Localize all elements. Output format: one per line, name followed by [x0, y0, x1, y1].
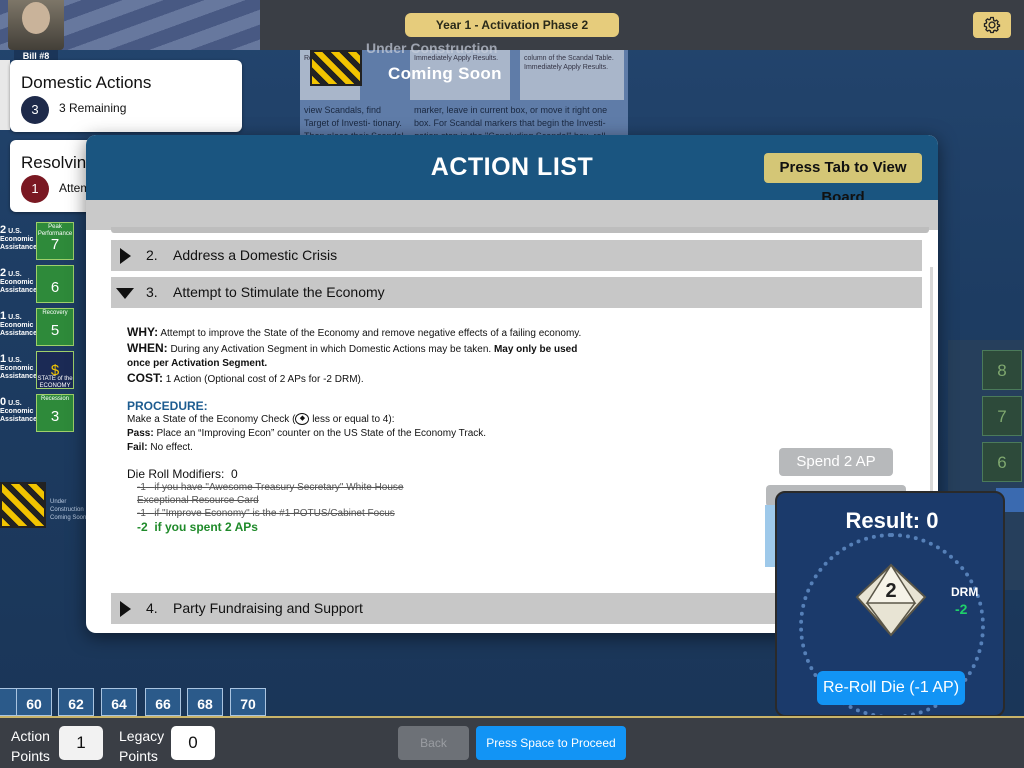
- spend-ap-button[interactable]: Spend 2 AP: [779, 448, 893, 476]
- die-result-panel: Result: 0 2 DRM -2 Re-Roll Die (-1 AP): [775, 491, 1005, 717]
- chevron-right-icon: [120, 601, 131, 617]
- econ-row-label: 0 U.S. Economic Assistance: [0, 396, 37, 424]
- action-item-number: 3.: [146, 284, 158, 300]
- action-item-number: 4.: [146, 600, 158, 616]
- view-board-button[interactable]: Press Tab to View Board: [764, 153, 922, 206]
- action-item-stimulate-economy[interactable]: 3. Attempt to Stimulate the Economy: [111, 277, 922, 308]
- chevron-right-icon: [120, 248, 131, 264]
- legacy-points-value: 0: [171, 726, 215, 760]
- drm-value: -2: [955, 601, 968, 617]
- scroll-edge: [111, 227, 929, 233]
- portrait-face: [22, 2, 50, 34]
- action-item-label: Attempt to Stimulate the Economy: [173, 284, 385, 300]
- table-col: column of the Scandal Table. Immediately…: [520, 50, 624, 100]
- econ-row-label: 2 U.S. Economic Assistance: [0, 267, 37, 295]
- econ-row-label: 1 U.S. Economic Assistance: [0, 353, 37, 381]
- result-title: Result: 0: [845, 508, 939, 533]
- track-box[interactable]: 8: [982, 350, 1022, 390]
- reroll-die-button[interactable]: Re-Roll Die (-1 AP): [817, 671, 965, 705]
- domestic-actions-count: 3: [21, 96, 49, 124]
- econ-box[interactable]: Recovery 5: [36, 308, 74, 346]
- track-cell[interactable]: 62: [58, 688, 94, 716]
- action-item-label: Address a Domestic Crisis: [173, 247, 338, 263]
- card-edge: [0, 60, 10, 130]
- track-cell[interactable]: 66: [145, 688, 181, 716]
- track-box[interactable]: 7: [982, 396, 1022, 436]
- econ-track-row: 2 U.S. Economic Assistance 6: [0, 265, 76, 305]
- action-item-number: 2.: [146, 247, 158, 263]
- modifier-line: -1 if you have "Awesome Treasury Secreta…: [137, 482, 404, 506]
- domestic-actions-title: Domestic Actions: [21, 73, 152, 92]
- settings-button[interactable]: [973, 12, 1011, 38]
- legacy-points-label: Legacy Points: [119, 728, 165, 764]
- pass-text: Pass: Place an “Improving Econ” counter …: [127, 428, 487, 439]
- econ-box[interactable]: 6: [36, 265, 74, 303]
- die-value: 2: [885, 580, 897, 602]
- econ-track-row: 1 U.S. Economic Assistance Recovery 5: [0, 308, 76, 348]
- drm-label: DRM: [951, 585, 979, 599]
- proceed-button[interactable]: Press Space to Proceed: [476, 726, 626, 760]
- under-construction-label: Under Construction: [366, 40, 498, 56]
- action-item-label: Party Fundraising and Support: [173, 600, 363, 616]
- drm-title: Die Roll Modifiers: 0: [127, 467, 238, 481]
- econ-row-label: 1 U.S. Economic Assistance: [0, 310, 37, 338]
- econ-track-row: 0 U.S. Economic Assistance Recession 3: [0, 394, 76, 434]
- gear-icon: [983, 16, 1001, 33]
- action-points-value: 1: [59, 726, 103, 760]
- cost-section: COST: 1 Action (Optional cost of 2 APs f…: [127, 371, 364, 385]
- under-construction-sign: [0, 482, 46, 528]
- econ-box[interactable]: Peak Performance 7: [36, 222, 74, 260]
- procedure-title: PROCEDURE:: [127, 399, 208, 413]
- modal-subheader: [86, 200, 938, 230]
- econ-box[interactable]: Recession 3: [36, 394, 74, 432]
- domestic-actions-card: Domestic Actions 3 3 Remaining: [10, 60, 242, 132]
- domestic-actions-remaining: 3 Remaining: [59, 101, 127, 115]
- track-box[interactable]: 6: [982, 442, 1022, 482]
- phase-banner: Year 1 - Activation Phase 2: [405, 13, 619, 37]
- track-cell[interactable]: 68: [187, 688, 223, 716]
- die-icon: ◆: [295, 413, 310, 426]
- back-button[interactable]: Back: [398, 726, 469, 760]
- resolving-count: 1: [21, 175, 49, 203]
- chevron-down-icon: [116, 288, 134, 299]
- modifier-line-active: -2 if you spent 2 APs: [137, 520, 258, 534]
- why-section: WHY: Attempt to improve the State of the…: [127, 325, 582, 339]
- econ-track-row: 1 U.S. Economic Assistance STATE of the …: [0, 351, 76, 391]
- econ-track-row: 2 U.S. Economic Assistance Peak Performa…: [0, 222, 76, 262]
- fail-text: Fail: No effect.: [127, 442, 193, 453]
- when-section: WHEN: During any Activation Segment in w…: [127, 341, 578, 369]
- action-item-address-domestic-crisis[interactable]: 2. Address a Domestic Crisis: [111, 240, 922, 271]
- under-construction-sign: [310, 50, 362, 86]
- track-cell[interactable]: 64: [101, 688, 137, 716]
- econ-row-label: 2 U.S. Economic Assistance: [0, 224, 37, 252]
- procedure-text: Make a State of the Economy Check (◆ les…: [127, 413, 395, 426]
- state-of-economy-marker[interactable]: STATE of the ECONOMY $: [36, 351, 74, 389]
- resolving-title: Resolving: [21, 153, 96, 172]
- action-details: WHY: Attempt to improve the State of the…: [127, 325, 597, 534]
- modifier-line: -1 if "Improve Economy" is the #1 POTUS/…: [137, 508, 395, 519]
- track-cell[interactable]: 70: [230, 688, 266, 716]
- action-points-label: Action Points: [11, 728, 50, 764]
- coming-soon-label: Coming Soon: [388, 64, 502, 83]
- track-cell[interactable]: 60: [16, 688, 52, 716]
